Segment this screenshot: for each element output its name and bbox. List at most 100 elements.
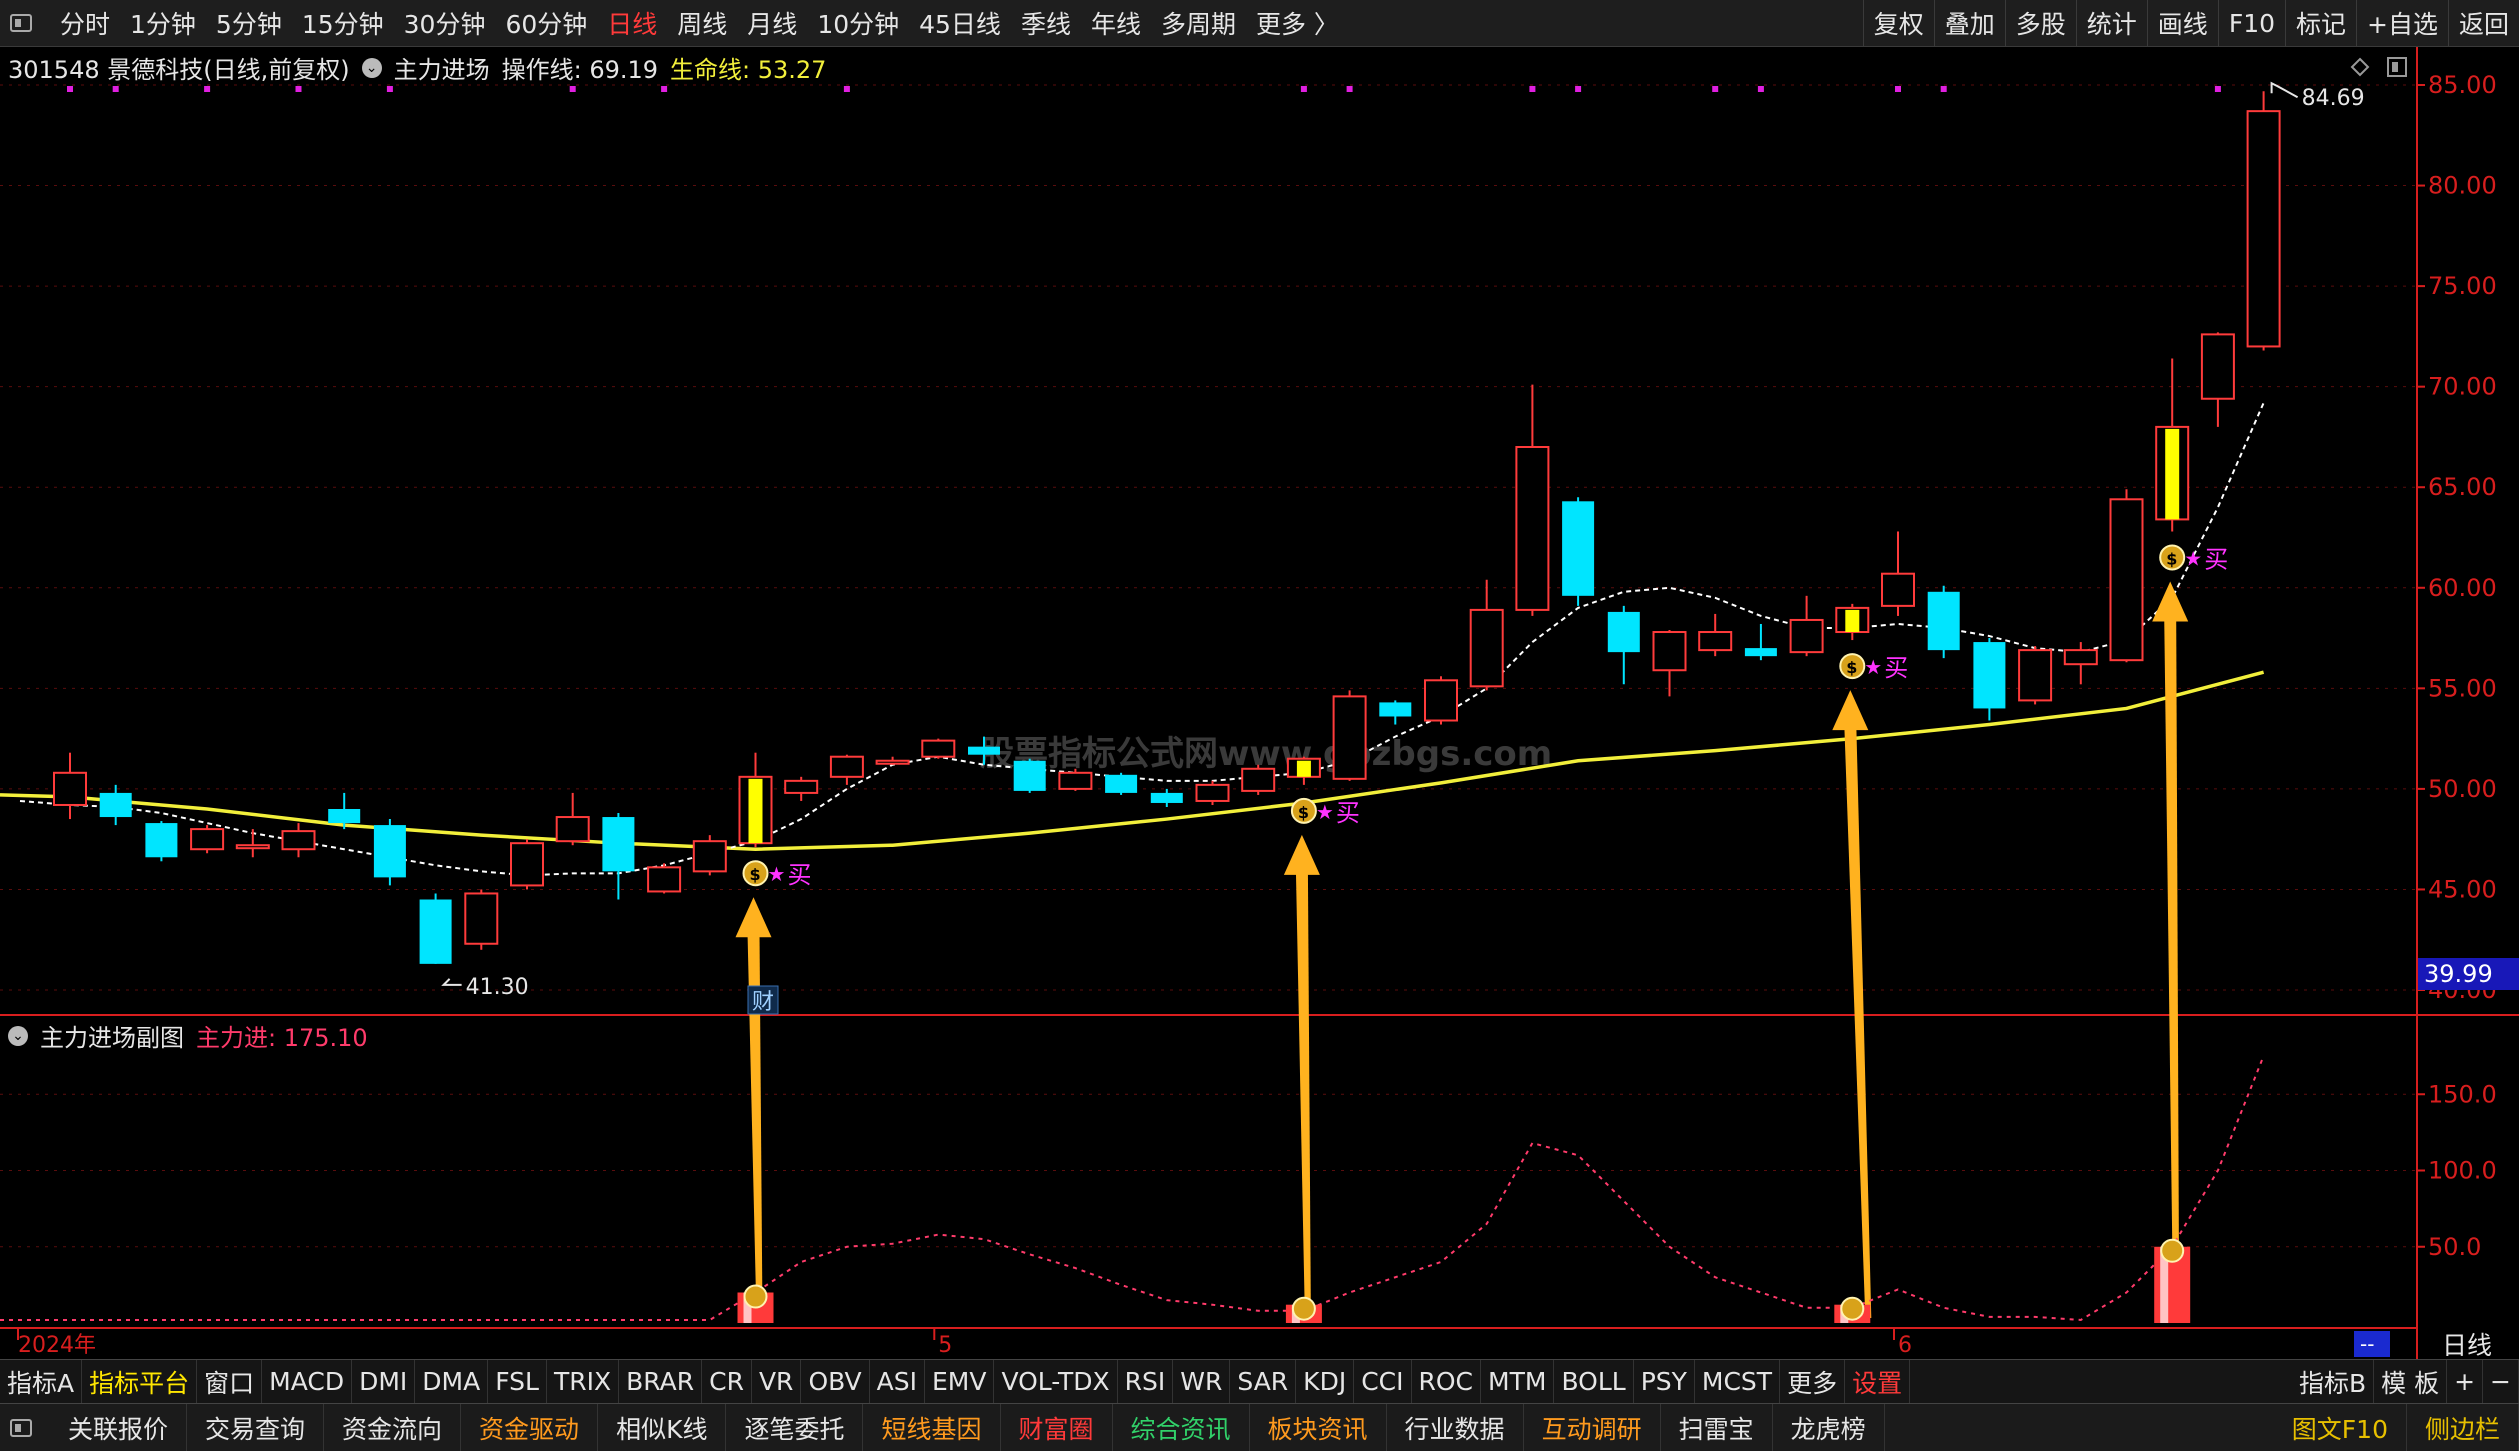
candle-down[interactable] xyxy=(99,792,132,818)
indicator-tab[interactable]: MACD xyxy=(262,1360,353,1403)
period-tag[interactable]: 日线 xyxy=(2442,1331,2492,1359)
candle-down[interactable] xyxy=(602,817,635,872)
indicator-tab[interactable]: DMA xyxy=(415,1360,489,1403)
candle-up[interactable] xyxy=(784,779,819,794)
candle-up[interactable] xyxy=(53,771,87,806)
candle-up[interactable] xyxy=(1195,783,1230,802)
toolbar-button[interactable]: 画线 xyxy=(2146,0,2218,46)
bottom-tab[interactable]: 综合资讯 xyxy=(1113,1404,1250,1451)
indicator-tab-right-item[interactable]: 模 板 xyxy=(2374,1360,2448,1403)
period-tab[interactable]: 多周期 xyxy=(1151,5,1246,41)
candle-down[interactable] xyxy=(373,825,406,878)
candle-down[interactable] xyxy=(968,746,1000,755)
candle-down[interactable] xyxy=(1150,792,1183,803)
candle-up[interactable] xyxy=(2063,649,2098,666)
candle-up[interactable] xyxy=(829,755,864,778)
candle-up[interactable] xyxy=(875,759,910,765)
candle-down[interactable] xyxy=(1927,591,1960,651)
candle-up[interactable] xyxy=(2200,333,2235,400)
period-tab[interactable]: 15分钟 xyxy=(292,5,394,41)
bottom-tab[interactable]: 互动调研 xyxy=(1524,1404,1661,1451)
period-tab[interactable]: 更多 〉 xyxy=(1246,5,1349,41)
candle-up[interactable] xyxy=(1881,572,1915,607)
period-tab[interactable]: 日线 xyxy=(597,5,667,41)
indicator-tab[interactable]: 指标平台 xyxy=(82,1360,198,1403)
indicator-tab[interactable]: 更多 xyxy=(1780,1360,1846,1403)
toolbar-button[interactable]: +自选 xyxy=(2356,0,2448,46)
indicator-tab[interactable]: MCST xyxy=(1695,1360,1781,1403)
period-tab[interactable]: 周线 xyxy=(667,5,737,41)
bottom-right-tab[interactable]: 侧边栏 xyxy=(2407,1404,2519,1451)
indicator-tab-right-item[interactable]: − xyxy=(2483,1360,2519,1403)
candle-down[interactable] xyxy=(1562,501,1595,596)
candle-up[interactable] xyxy=(1789,618,1824,654)
toolbar-button[interactable]: 统计 xyxy=(2075,0,2147,46)
signal-candle[interactable] xyxy=(2165,428,2180,520)
indicator-tab[interactable]: KDJ xyxy=(1296,1360,1355,1403)
indicator-tab[interactable]: MTM xyxy=(1481,1360,1555,1403)
indicator-tab[interactable]: BRAR xyxy=(619,1360,703,1403)
indicator-tab[interactable]: ASI xyxy=(870,1360,925,1403)
candle-down[interactable] xyxy=(1607,611,1640,653)
indicator-tab[interactable]: CR xyxy=(702,1360,752,1403)
candle-up[interactable] xyxy=(464,892,499,945)
bottom-tab[interactable]: 关联报价 xyxy=(50,1404,188,1451)
indicator-tab[interactable]: FSL xyxy=(488,1360,547,1403)
period-tab[interactable]: 10分钟 xyxy=(807,5,909,41)
period-tab[interactable]: 30分钟 xyxy=(394,5,496,41)
candle-up[interactable] xyxy=(510,842,544,887)
indicator-tab[interactable]: SAR xyxy=(1230,1360,1297,1403)
indicator-tab[interactable]: BOLL xyxy=(1554,1360,1634,1403)
bottom-tab[interactable]: 扫雷宝 xyxy=(1661,1404,1773,1451)
indicator-tab[interactable]: TRIX xyxy=(547,1360,620,1403)
period-tab[interactable]: 分时 xyxy=(50,5,120,41)
bottom-tab[interactable]: 短线基因 xyxy=(863,1404,1001,1451)
toolbar-button[interactable]: F10 xyxy=(2217,0,2285,46)
bottom-tab[interactable]: 相似K线 xyxy=(598,1404,727,1451)
toolbar-button[interactable]: 叠加 xyxy=(1933,0,2005,46)
bottom-right-tab[interactable]: 图文F10 xyxy=(2274,1404,2407,1451)
indicator-tab[interactable]: ROC xyxy=(1412,1360,1482,1403)
candle-up[interactable] xyxy=(2018,649,2053,702)
bottom-tab[interactable]: 财富圈 xyxy=(1001,1404,1113,1451)
candle-up[interactable] xyxy=(235,844,270,850)
bottom-tab[interactable]: 资金驱动 xyxy=(461,1404,599,1451)
bottom-tab[interactable]: 行业数据 xyxy=(1387,1404,1524,1451)
period-tab[interactable]: 月线 xyxy=(737,5,807,41)
indicator-tab-right-item[interactable]: + xyxy=(2447,1360,2484,1403)
indicator-tab[interactable]: WR xyxy=(1173,1360,1231,1403)
signal-candle[interactable] xyxy=(748,778,763,844)
indicator-tab[interactable]: DMI xyxy=(352,1360,416,1403)
bottom-tab[interactable]: 板块资讯 xyxy=(1250,1404,1387,1451)
indicator-tab[interactable]: PSY xyxy=(1634,1360,1695,1403)
candle-down[interactable] xyxy=(145,823,178,858)
candle-up[interactable] xyxy=(1424,679,1458,722)
candle-down[interactable] xyxy=(1013,760,1046,791)
bottom-window-icon[interactable] xyxy=(10,1418,32,1437)
signal-candle[interactable] xyxy=(1296,760,1311,777)
candle-up[interactable] xyxy=(1515,446,1550,611)
bottom-tab[interactable]: 资金流向 xyxy=(324,1404,462,1451)
candle-down[interactable] xyxy=(1379,702,1412,717)
candle-down[interactable] xyxy=(1973,642,2006,709)
bottom-tab[interactable]: 龙虎榜 xyxy=(1773,1404,1885,1451)
indicator-tab[interactable]: EMV xyxy=(925,1360,995,1403)
indicator-tab-right-item[interactable]: 指标B xyxy=(2292,1360,2375,1403)
bottom-tab[interactable]: 逐笔委托 xyxy=(726,1404,864,1451)
candle-up[interactable] xyxy=(1332,695,1367,780)
diamond-icon[interactable] xyxy=(2350,57,2370,77)
candle-up[interactable] xyxy=(2246,110,2281,348)
candle-up[interactable] xyxy=(281,830,316,851)
candle-down[interactable] xyxy=(1744,648,1777,657)
period-tab[interactable]: 45日线 xyxy=(909,5,1011,41)
window-menu-icon[interactable] xyxy=(10,14,32,32)
signal-candle[interactable] xyxy=(1845,609,1860,633)
toolbar-button[interactable]: 返回 xyxy=(2447,0,2519,46)
period-tab[interactable]: 季线 xyxy=(1011,5,1081,41)
candle-up[interactable] xyxy=(2109,498,2144,662)
candle-up[interactable] xyxy=(1241,767,1276,792)
period-tab[interactable]: 5分钟 xyxy=(206,5,292,41)
candle-up[interactable] xyxy=(1698,631,1733,652)
toolbar-button[interactable]: 复权 xyxy=(1862,0,1934,46)
indicator-tab[interactable]: 窗口 xyxy=(197,1360,263,1403)
